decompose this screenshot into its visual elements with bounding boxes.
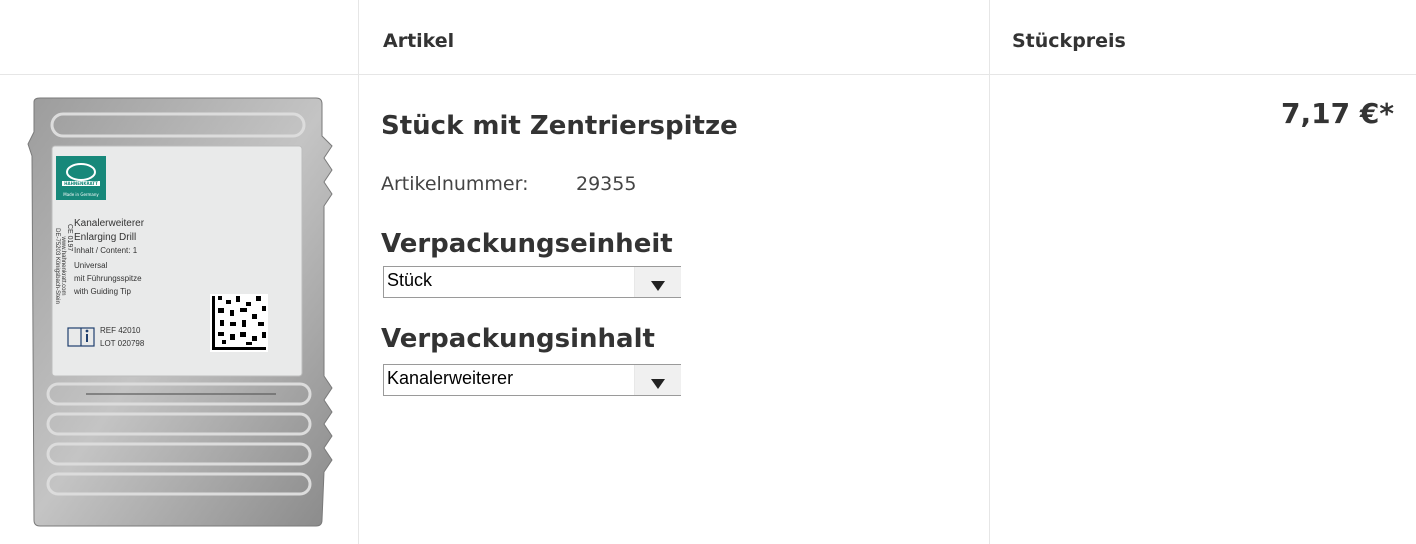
packaging-content-title: Verpackungsinhalt (381, 324, 655, 354)
product-table: Artikel Stückpreis HAHNENKRATT Made in G… (0, 0, 1416, 544)
product-image[interactable]: HAHNENKRATT Made in Germany Kanalerweite… (26, 96, 336, 528)
column-header-stueckpreis: Stückpreis (1012, 30, 1126, 52)
svg-text:mit Führungsspitze: mit Führungsspitze (74, 274, 142, 283)
svg-text:Kanalerweiterer: Kanalerweiterer (74, 218, 145, 229)
product-package-graphic: HAHNENKRATT Made in Germany Kanalerweite… (27, 97, 333, 527)
packaging-unit-select[interactable]: Stück (383, 266, 681, 298)
triangle-down-icon (651, 281, 665, 291)
packaging-unit-selected-value: Stück (387, 270, 433, 290)
svg-text:with Guiding Tip: with Guiding Tip (73, 287, 131, 296)
packaging-unit-title: Verpackungseinheit (381, 229, 673, 259)
packaging-content-select[interactable]: Kanalerweiterer (383, 364, 681, 396)
column-divider (989, 0, 990, 544)
svg-text:REF 42010: REF 42010 (100, 326, 141, 335)
svg-text:Inhalt / Content: 1: Inhalt / Content: 1 (74, 246, 138, 255)
header-divider (0, 74, 1416, 75)
svg-text:Universal: Universal (74, 261, 108, 270)
column-header-artikel: Artikel (383, 30, 455, 52)
unit-price: 7,17 €* (1281, 97, 1394, 130)
article-number-value: 29355 (576, 173, 637, 195)
svg-text:DE-75203 Königsbach-Stein: DE-75203 Königsbach-Stein (54, 228, 60, 304)
packaging-content-selected-value: Kanalerweiterer (387, 368, 514, 388)
packaging-content-dropdown-button[interactable] (634, 365, 681, 395)
svg-text:HAHNENKRATT: HAHNENKRATT (64, 181, 98, 186)
article-number-label: Artikelnummer: (381, 173, 529, 195)
product-title[interactable]: Stück mit Zentrierspitze (381, 111, 738, 141)
svg-text:CE 0197: CE 0197 (66, 224, 73, 251)
column-divider (358, 0, 359, 544)
svg-text:Enlarging Drill: Enlarging Drill (74, 232, 136, 243)
svg-text:LOT 020798: LOT 020798 (100, 339, 145, 348)
svg-text:Made in Germany: Made in Germany (63, 192, 99, 197)
datamatrix-code (210, 294, 268, 352)
triangle-down-icon (651, 379, 665, 389)
packaging-unit-dropdown-button[interactable] (634, 267, 681, 297)
